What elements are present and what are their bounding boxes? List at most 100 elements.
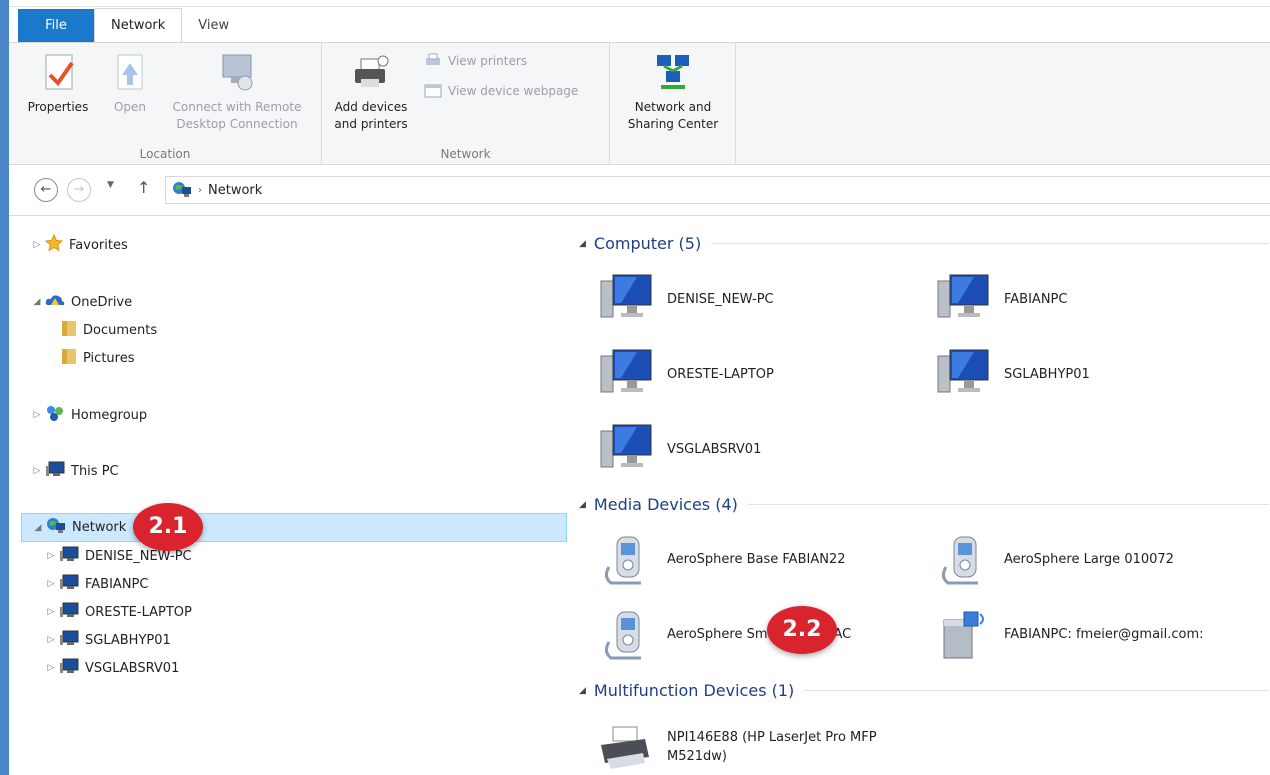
connect-rdp-button[interactable]: Connect with Remote Desktop Connection — [159, 51, 315, 133]
folder-icon — [61, 347, 77, 369]
group-header-computer-label: Computer (5) — [593, 234, 702, 253]
nav-network-child[interactable]: ▷ FABIANPC — [45, 572, 148, 596]
tab-network[interactable]: Network — [94, 8, 183, 42]
sharing-group: Network and Sharing Center — [610, 43, 736, 165]
back-button[interactable]: ← — [34, 178, 58, 202]
nav-favorites-label: Favorites — [69, 237, 128, 253]
printer-icon — [601, 726, 649, 769]
add-devices-button[interactable]: Add devices and printers — [328, 51, 414, 133]
nav-network-child[interactable]: ▷ SGLABHYP01 — [45, 628, 171, 652]
collapse-arrow-icon: ◢ — [34, 522, 42, 533]
collapse-arrow-icon: ◢ — [579, 685, 586, 696]
expand-arrow-icon: ▷ — [47, 579, 55, 589]
computer-icon — [59, 573, 79, 595]
multifunction-device-tile[interactable]: NPI146E88 (HP LaserJet Pro MFP M521dw) — [597, 719, 877, 775]
computer-icon — [59, 657, 79, 679]
window-edge — [0, 0, 9, 775]
computer-icon — [45, 460, 65, 482]
properties-button[interactable]: Properties — [21, 51, 95, 116]
network-sharing-center-button[interactable]: Network and Sharing Center — [616, 51, 730, 133]
breadcrumb-chevron-icon: › — [198, 184, 202, 196]
group-divider — [804, 690, 1269, 691]
network-icon — [46, 517, 66, 539]
nav-thispc-label: This PC — [71, 463, 119, 479]
view-printers-button[interactable]: View printers — [424, 53, 527, 69]
expand-arrow-icon: ▷ — [47, 551, 55, 561]
computer-icon — [59, 629, 79, 651]
breadcrumb-network[interactable]: Network — [208, 183, 262, 198]
nav-documents[interactable]: Documents — [59, 318, 157, 342]
nav-thispc[interactable]: ▷ This PC — [31, 459, 119, 483]
nav-homegroup[interactable]: ▷ Homegroup — [31, 403, 147, 427]
view-device-webpage-label: View device webpage — [448, 84, 579, 98]
view-device-webpage-icon — [424, 84, 442, 98]
computer-icon — [937, 349, 989, 393]
computer-tile[interactable]: DENISE_NEW-PC — [597, 271, 774, 327]
address-bar[interactable]: › Network — [165, 176, 1270, 204]
tab-file[interactable]: File — [18, 9, 94, 42]
media-device-tile-label: AeroSphere Base FABIAN22 — [667, 551, 846, 567]
computer-tile[interactable]: FABIANPC — [934, 271, 1067, 327]
multifunction-device-label-1: NPI146E88 (HP LaserJet Pro MFP — [667, 730, 877, 745]
location-group: Properties Open Connect with Remote Desk… — [9, 43, 322, 165]
computer-tile-label: DENISE_NEW-PC — [667, 291, 774, 307]
media-player-icon — [941, 536, 978, 585]
computer-tile[interactable]: VSGLABSRV01 — [597, 421, 761, 477]
nav-pictures[interactable]: Pictures — [59, 346, 134, 370]
nav-network[interactable]: ◢ Network — [21, 513, 567, 542]
location-group-label: Location — [139, 147, 191, 161]
forward-button[interactable]: → — [67, 178, 91, 202]
onedrive-icon — [45, 292, 65, 312]
navigation-pane: ▷ Favorites ◢ OneDrive Documents Picture… — [9, 217, 569, 775]
nav-network-child[interactable]: ▷ ORESTE-LAPTOP — [45, 600, 192, 624]
network-group: Add devices and printers View printers V… — [322, 43, 610, 165]
computer-tile[interactable]: SGLABHYP01 — [934, 346, 1090, 402]
add-devices-label-2: and printers — [334, 117, 408, 131]
properties-label: Properties — [27, 100, 89, 114]
media-device-tile[interactable]: AeroSphere Large 010072 — [934, 531, 1174, 587]
expand-arrow-icon: ▷ — [47, 635, 55, 645]
computer-icon — [59, 545, 79, 567]
computer-tile-label: ORESTE-LAPTOP — [667, 366, 774, 382]
media-server-icon — [943, 611, 984, 659]
nav-network-label: Network — [72, 520, 127, 535]
media-device-tile-label: AeroSphere Sma — [667, 626, 776, 642]
group-header-media[interactable]: ◢ Media Devices (4) — [579, 495, 1269, 514]
tab-view[interactable]: View — [182, 9, 245, 42]
nav-network-child-label: FABIANPC — [85, 576, 149, 592]
forward-arrow-icon: → — [73, 182, 85, 197]
recent-locations-dropdown[interactable]: ▼ — [107, 180, 114, 190]
view-device-webpage-button[interactable]: View device webpage — [424, 83, 578, 99]
content-pane: ◢ Computer (5) DENISE_NEW-PC FABIANPC OR… — [569, 217, 1270, 775]
media-device-tile[interactable]: AeroSphere Base FABIAN22 — [597, 531, 845, 587]
nav-network-child-label: VSGLABSRV01 — [85, 660, 180, 676]
nav-network-child[interactable]: ▷ VSGLABSRV01 — [45, 656, 179, 680]
view-printers-label: View printers — [448, 54, 528, 68]
connect-rdp-label-2: Desktop Connection — [176, 117, 298, 131]
group-header-multifunction[interactable]: ◢ Multifunction Devices (1) — [579, 681, 1269, 700]
expand-arrow-icon: ▷ — [47, 663, 55, 673]
open-button[interactable]: Open — [105, 51, 155, 116]
computer-tile-label: FABIANPC — [1004, 291, 1068, 307]
group-header-computer[interactable]: ◢ Computer (5) — [579, 234, 1269, 253]
open-label: Open — [113, 100, 147, 114]
sharing-label-1: Network and — [634, 100, 712, 114]
computer-tile[interactable]: ORESTE-LAPTOP — [597, 346, 774, 402]
media-player-icon — [604, 611, 641, 660]
collapse-arrow-icon: ◢ — [579, 499, 586, 510]
media-server-tile[interactable]: FABIANPC: fmeier@gmail.com: — [934, 606, 1204, 662]
nav-onedrive[interactable]: ◢ OneDrive — [31, 290, 133, 314]
computer-tile-label: SGLABHYP01 — [1004, 366, 1090, 382]
folder-icon — [61, 319, 77, 341]
title-strip — [9, 0, 1270, 7]
network-group-label: Network — [440, 147, 491, 161]
nav-documents-label: Documents — [83, 322, 158, 338]
up-button[interactable]: ↑ — [137, 178, 150, 197]
properties-icon — [45, 54, 74, 90]
add-devices-printer-icon — [355, 55, 389, 87]
sharing-label-2: Sharing Center — [627, 117, 719, 131]
add-devices-label-1: Add devices — [334, 100, 408, 114]
nav-favorites[interactable]: ▷ Favorites — [31, 233, 128, 257]
remote-desktop-icon — [222, 54, 253, 91]
callout-badge: 2.1 — [133, 503, 203, 551]
